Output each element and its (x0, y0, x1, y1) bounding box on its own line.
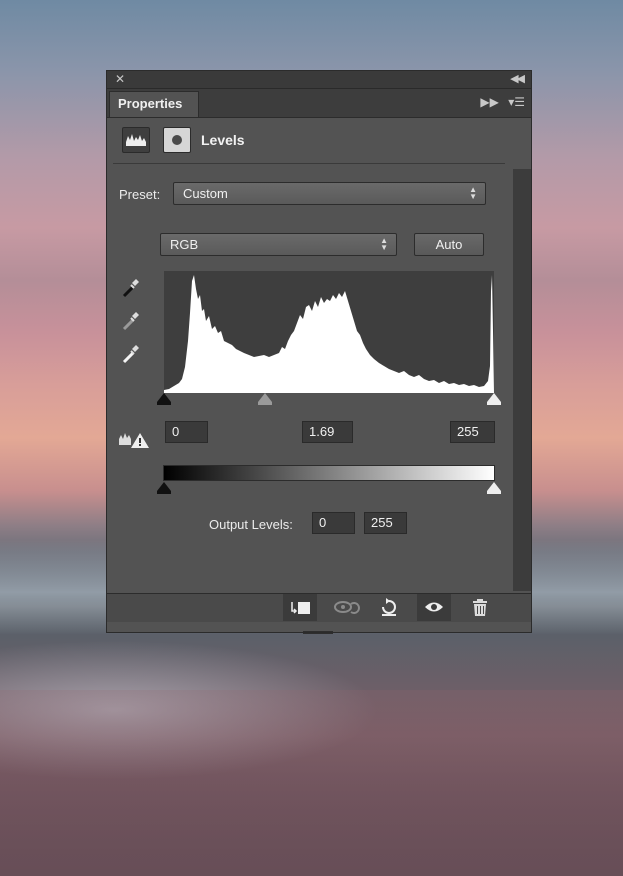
output-black-field[interactable]: 0 (312, 512, 355, 534)
input-white-handle[interactable] (487, 393, 501, 402)
view-previous-state-icon[interactable] (329, 594, 363, 621)
panel-titlebar[interactable]: ✕ ◀◀ (107, 71, 531, 89)
output-gradient-bar (163, 465, 495, 481)
background-sand (0, 690, 623, 876)
select-arrows-icon: ▲ ▼ (380, 236, 388, 252)
close-icon[interactable]: ✕ (115, 72, 125, 86)
gray-point-eyedropper-icon[interactable] (121, 308, 143, 332)
input-black-handle-base (157, 402, 171, 405)
mask-icon[interactable] (163, 127, 191, 153)
input-gamma-handle-base (258, 402, 272, 405)
input-gamma-field[interactable]: 1.69 (302, 421, 353, 443)
channel-value: RGB (170, 237, 199, 252)
input-gamma-handle[interactable] (258, 393, 272, 402)
tab-bar-icons: ▶▶ ▾☰ (474, 95, 525, 109)
levels-histogram-icon[interactable] (122, 127, 150, 153)
preset-label: Preset: (119, 187, 161, 202)
divider (113, 163, 505, 164)
channel-select[interactable]: RGB ▲ ▼ (160, 233, 397, 256)
preset-value: Custom (183, 186, 228, 201)
input-black-handle[interactable] (157, 393, 171, 402)
output-white-handle-base (487, 491, 501, 494)
adjustment-title: Levels (201, 132, 245, 148)
auto-button[interactable]: Auto (414, 233, 484, 256)
select-arrows-icon: ▲ ▼ (469, 185, 477, 201)
output-white-field[interactable]: 255 (364, 512, 407, 534)
output-levels-label: Output Levels: (209, 517, 293, 532)
output-levels-slider[interactable] (157, 482, 503, 496)
trash-icon[interactable] (463, 594, 497, 621)
histogram-shape (164, 275, 494, 393)
input-white-field[interactable]: 255 (450, 421, 495, 443)
panel-scrollbar[interactable] (513, 169, 531, 591)
tab-properties[interactable]: Properties (109, 91, 199, 117)
collapse-icon[interactable]: ◀◀ (510, 72, 525, 85)
adjustment-header: Levels (122, 127, 482, 157)
panel-bottom-toolbar (107, 593, 531, 622)
panel-tabbar: Properties ▶▶ ▾☰ (107, 89, 531, 118)
output-black-handle[interactable] (157, 482, 171, 491)
panel-menu-icon[interactable]: ▾☰ (508, 95, 525, 109)
expand-icon[interactable]: ▶▶ (480, 95, 498, 109)
clip-to-layer-icon[interactable] (283, 594, 317, 621)
levels-histogram (164, 271, 494, 393)
reset-icon[interactable] (372, 594, 406, 621)
output-white-handle[interactable] (487, 482, 501, 491)
properties-panel: ✕ ◀◀ Properties ▶▶ ▾☰ Levels Preset: Cus… (106, 70, 532, 634)
white-point-eyedropper-icon[interactable] (121, 341, 143, 365)
visibility-eye-icon[interactable] (417, 594, 451, 621)
panel-resize-grip[interactable] (303, 623, 333, 634)
calculate-histogram-warning-icon[interactable] (117, 429, 151, 451)
input-black-field[interactable]: 0 (165, 421, 208, 443)
input-white-handle-base (487, 402, 501, 405)
output-black-handle-base (157, 491, 171, 494)
preset-select[interactable]: Custom ▲ ▼ (173, 182, 486, 205)
input-levels-slider[interactable] (157, 393, 503, 407)
black-point-eyedropper-icon[interactable] (121, 275, 143, 299)
